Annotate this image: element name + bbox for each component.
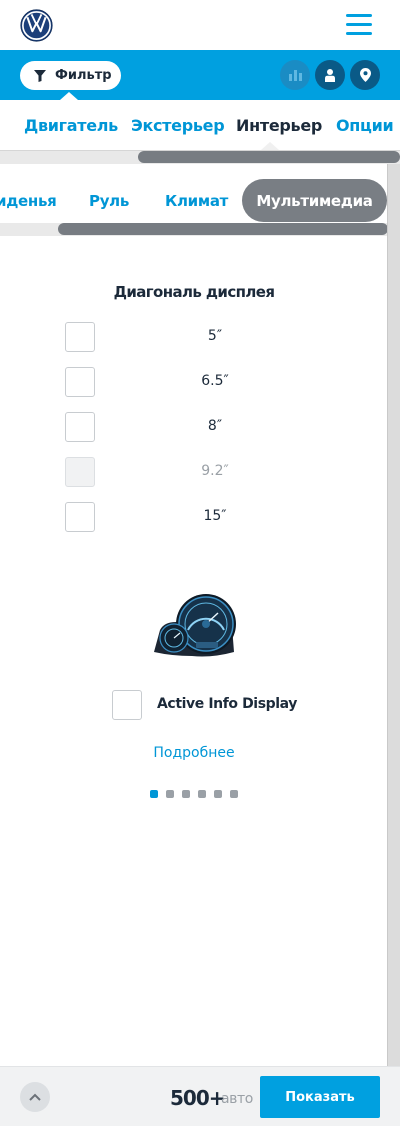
filter-label: Фильтр [55, 68, 112, 83]
option-row: 5″ [65, 322, 365, 352]
active-info-display-row: Active Info Display [112, 690, 312, 720]
active-info-display-checkbox[interactable] [112, 690, 142, 720]
subcategory-tabs: иденья Руль Климат Мультимедиа [0, 164, 388, 224]
option-row: 8″ [65, 412, 365, 442]
chart-icon [288, 70, 302, 81]
carousel-dot[interactable] [182, 790, 190, 798]
category-tabs: Двигатель Экстерьер Интерьер Опции [0, 100, 400, 150]
tab-active-caret [261, 142, 279, 150]
scroll-top-button[interactable] [20, 1082, 50, 1112]
diagonal-9-2-checkbox [65, 457, 95, 487]
top-header [0, 0, 400, 50]
carousel-dot[interactable] [214, 790, 222, 798]
diagonal-8-checkbox[interactable] [65, 412, 95, 442]
subtab-climate[interactable]: Климат [165, 192, 228, 210]
carousel-dot[interactable] [198, 790, 206, 798]
filter-caret [60, 92, 78, 100]
carousel-dots [150, 790, 246, 798]
tab-interior[interactable]: Интерьер [236, 116, 322, 135]
diagonal-5-checkbox[interactable] [65, 322, 95, 352]
subtab-multimedia[interactable]: Мультимедиа [242, 179, 387, 222]
instrument-cluster-icon [154, 594, 236, 657]
results-unit: авто [221, 1091, 253, 1107]
dealer-location-button[interactable] [350, 60, 380, 90]
tab-exterior[interactable]: Экстерьер [131, 116, 225, 135]
hamburger-menu-icon[interactable] [346, 14, 374, 36]
compare-button[interactable] [280, 60, 310, 90]
person-icon [325, 68, 335, 82]
location-pin-icon [359, 68, 371, 82]
option-label: 8″ [207, 418, 223, 434]
option-label: 5″ [207, 328, 223, 344]
show-results-button[interactable]: Показать [260, 1076, 380, 1118]
diagonal-15-checkbox[interactable] [65, 502, 95, 532]
vw-logo-icon[interactable] [20, 9, 53, 42]
active-info-display-label: Active Info Display [157, 696, 297, 712]
funnel-icon [34, 69, 46, 82]
subtab-seats[interactable]: иденья [0, 192, 57, 210]
tab-engine[interactable]: Двигатель [24, 116, 118, 135]
carousel-dot[interactable] [166, 790, 174, 798]
option-row: 9.2″ [65, 457, 365, 487]
option-row: 6.5″ [65, 367, 365, 397]
filter-button[interactable]: Фильтр [20, 61, 121, 90]
carousel-dot[interactable] [150, 790, 158, 798]
subtabs-scrollbar-thumb[interactable] [58, 223, 388, 235]
option-label: 15″ [203, 508, 227, 524]
results-count: 500+ [170, 1086, 226, 1110]
carousel-dot[interactable] [230, 790, 238, 798]
account-button[interactable] [315, 60, 345, 90]
results-footer: 500+ авто Показать [0, 1066, 400, 1126]
diagonal-6-5-checkbox[interactable] [65, 367, 95, 397]
vertical-scrollbar[interactable] [387, 164, 400, 1066]
tabs-scrollbar-thumb[interactable] [138, 151, 400, 163]
subtab-steering-wheel[interactable]: Руль [89, 192, 129, 210]
chevron-up-icon [29, 1093, 41, 1101]
option-label: 6.5″ [201, 373, 229, 389]
option-row: 15″ [65, 502, 365, 532]
option-label: 9.2″ [201, 463, 229, 479]
tab-options[interactable]: Опции [336, 116, 394, 135]
display-diagonal-title: Диагональ дисплея [113, 283, 275, 301]
more-details-link[interactable]: Подробнее [0, 745, 388, 761]
